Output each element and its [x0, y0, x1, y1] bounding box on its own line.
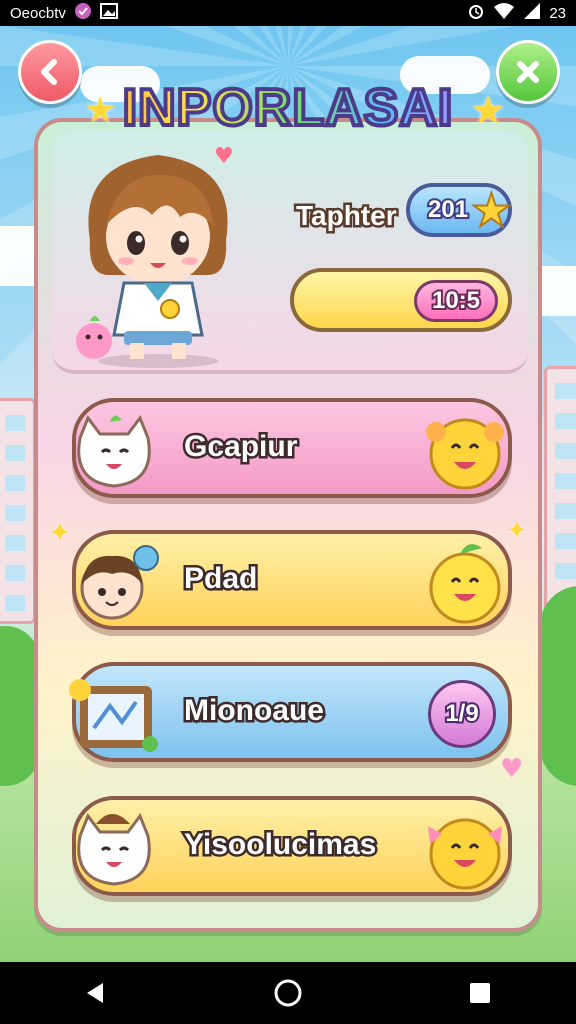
level-value: 201 — [426, 194, 470, 225]
nav-back-button[interactable] — [76, 973, 116, 1013]
menu-button-yisoolucimas[interactable]: Yisoolucimas — [72, 796, 512, 896]
cat-mascot-icon — [77, 812, 151, 886]
timer-bar: 10:5 — [290, 268, 512, 332]
menu-button-pdad[interactable]: Pdad — [72, 530, 512, 630]
sparkle-star-icon: ✦ — [506, 516, 528, 546]
timer-badge: 10:5 — [414, 280, 498, 322]
timer-value: 10:5 — [430, 285, 482, 316]
menu-button-gcapiur[interactable]: Gcapiur — [72, 398, 512, 498]
menu-button-mionoaue[interactable]: Mionoaue 1/9 — [69, 662, 512, 762]
menu-button-label: Mionoaue — [182, 692, 327, 730]
nav-recents-button[interactable] — [460, 973, 500, 1013]
sparkle-star-icon: ✦ — [48, 516, 72, 549]
sparkle-star-icon: ★ — [470, 88, 506, 134]
triangle-back-icon — [87, 983, 103, 1003]
heart-icon: ♥ — [500, 754, 524, 784]
menu-button-label: Gcapiur — [181, 428, 299, 466]
status-left-text: Oeocbtv — [10, 4, 66, 22]
bush — [540, 586, 576, 786]
image-icon — [99, 2, 118, 24]
menu-button-label: Yisoolucimas — [181, 826, 378, 864]
level-badge[interactable]: 201 ★ — [406, 182, 513, 238]
alarm-icon — [467, 2, 485, 24]
progress-value: 1/9 — [443, 698, 480, 729]
player-label: Taphter — [294, 198, 400, 234]
star-icon: ★ — [470, 182, 513, 238]
circle-home-icon — [274, 979, 302, 1007]
lemon-mascot-icon — [429, 544, 501, 624]
player-avatar[interactable] — [68, 145, 248, 370]
cat-mascot-icon — [77, 414, 151, 488]
heart-icon: ♥ — [214, 144, 234, 169]
progress-badge: 1/9 — [428, 680, 496, 748]
map-board-icon — [69, 679, 158, 752]
system-nav-bar — [0, 962, 576, 1024]
boy-mascot-icon — [80, 545, 159, 620]
sparkle-star-icon: ★ — [84, 90, 117, 131]
status-time: 23 — [549, 4, 566, 22]
status-bar: Oeocbtv 23 — [0, 0, 576, 26]
page-title-text: INPORLASAI — [121, 77, 455, 139]
square-recents-icon — [470, 983, 490, 1003]
wifi-icon — [493, 2, 515, 24]
notification-icon — [74, 2, 92, 24]
smiley-mascot-icon — [426, 418, 504, 490]
signal-icon — [523, 2, 541, 24]
menu-button-label: Pdad — [181, 560, 259, 598]
building — [0, 398, 36, 624]
smiley-mascot-icon — [428, 818, 502, 890]
nav-home-button[interactable] — [268, 973, 308, 1013]
